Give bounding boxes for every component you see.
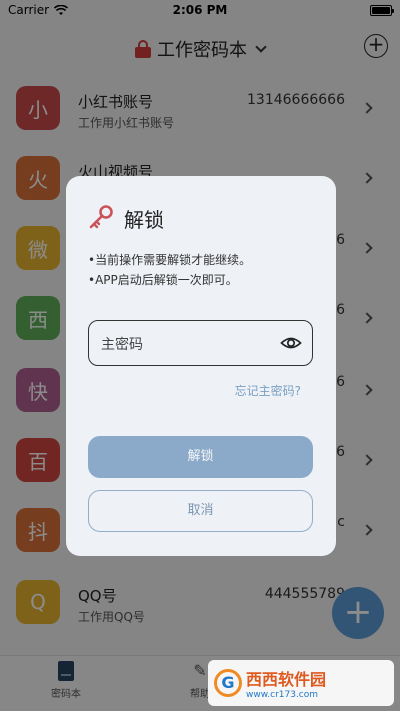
- watermark-logo: G: [214, 669, 242, 697]
- password-placeholder: 主密码: [101, 337, 143, 353]
- unlock-dialog: 解锁 •当前操作需要解锁才能继续。 •APP启动后解锁一次即可。 主密码 忘记主…: [66, 176, 336, 556]
- cancel-button[interactable]: 取消: [88, 490, 313, 532]
- description-line: •APP启动后解锁一次即可。: [88, 273, 238, 287]
- watermark-subtitle: www.cr173.com: [246, 690, 319, 700]
- eye-icon[interactable]: [280, 333, 302, 353]
- description-line: •当前操作需要解锁才能继续。: [88, 253, 252, 267]
- forgot-password-link[interactable]: 忘记主密码?: [235, 382, 301, 399]
- dialog-title: 解锁: [124, 208, 164, 232]
- master-password-input[interactable]: 主密码: [88, 320, 313, 366]
- watermark-title: 西西软件园: [246, 670, 327, 689]
- watermark: G 西西软件园 www.cr173.com: [208, 660, 394, 706]
- dialog-description: •当前操作需要解锁才能继续。 •APP启动后解锁一次即可。: [88, 250, 251, 290]
- unlock-button[interactable]: 解锁: [88, 436, 313, 478]
- key-icon: [89, 205, 113, 229]
